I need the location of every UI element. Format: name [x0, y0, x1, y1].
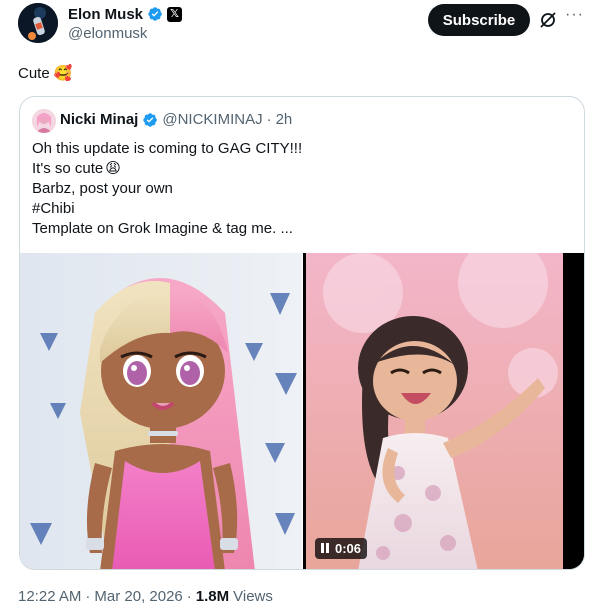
smiling-face-hearts-emoji: 🥰 [53, 65, 73, 82]
more-options-icon[interactable]: ··· [565, 6, 585, 26]
weary-face-emoji: 😩 [105, 160, 121, 177]
views-count[interactable]: 1.8M [196, 588, 229, 605]
tweet-text-content: Cute [18, 64, 50, 82]
quoted-text-line-2: It's so cute [32, 160, 104, 177]
video-duration: 0:06 [335, 541, 362, 556]
author-handle[interactable]: @elonmusk [68, 25, 147, 42]
quoted-text-line-1: Oh this update is coming to GAG CITY!!! [32, 140, 303, 157]
quoted-text-line: It's so cute 😩 [32, 159, 572, 179]
quoted-header: Nicki Minaj @NICKIMINAJ · 2h [60, 111, 292, 128]
pause-icon[interactable] [321, 541, 329, 556]
hashtag-link: #Chibi [32, 200, 75, 217]
media-video[interactable]: 0:06 [303, 253, 584, 569]
quoted-author-avatar[interactable] [32, 109, 56, 133]
author-name-row: Elon Musk 𝕏 [68, 4, 183, 24]
quoted-tweet-card[interactable]: Nicki Minaj @NICKIMINAJ · 2h Oh this upd… [19, 96, 585, 570]
tweet-date[interactable]: Mar 20, 2026 [94, 588, 182, 605]
quoted-timestamp[interactable]: 2h [276, 111, 293, 128]
quoted-text-line-5: Template on Grok Imagine & tag me. ... [32, 220, 293, 237]
meta-separator: · [85, 588, 91, 605]
tweet-time[interactable]: 12:22 AM [18, 588, 81, 605]
author-name[interactable]: Elon Musk [68, 6, 143, 23]
quoted-text-line: Oh this update is coming to GAG CITY!!! [32, 139, 572, 159]
quoted-text-line: Template on Grok Imagine & tag me. ... [32, 219, 572, 239]
meta-separator: · [266, 111, 272, 128]
views-label: Views [233, 588, 273, 605]
tweet-meta: 12:22 AM · Mar 20, 2026 · 1.8M Views [18, 588, 273, 605]
media-image-chibi-doll[interactable] [20, 253, 302, 569]
quoted-author-name[interactable]: Nicki Minaj [60, 111, 138, 128]
verified-icon[interactable] [142, 112, 158, 128]
quoted-tweet-text: Oh this update is coming to GAG CITY!!! … [32, 139, 572, 239]
quoted-text-line-3: Barbz, post your own [32, 180, 173, 197]
grok-icon[interactable] [538, 10, 558, 30]
x-logo-icon[interactable]: 𝕏 [167, 6, 183, 22]
video-duration-badge: 0:06 [315, 538, 368, 559]
tweet-text: Cute 🥰 [18, 64, 73, 83]
quoted-text-line: Barbz, post your own [32, 179, 572, 199]
verified-icon[interactable] [147, 6, 163, 22]
subscribe-button[interactable]: Subscribe [428, 4, 530, 36]
author-avatar[interactable] [18, 3, 58, 43]
quoted-text-line: #Chibi [32, 199, 572, 219]
meta-separator: · [186, 588, 192, 605]
quoted-author-handle[interactable]: @NICKIMINAJ [162, 111, 262, 128]
